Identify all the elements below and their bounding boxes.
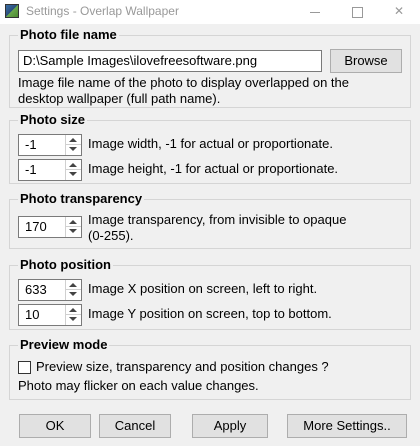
x-spin-arrows[interactable] xyxy=(65,280,81,300)
photo-position-group: Photo position 633 Image X position on s… xyxy=(9,257,411,330)
spin-up-icon[interactable] xyxy=(69,138,77,142)
x-position-stepper[interactable]: 633 xyxy=(18,279,82,301)
transparency-value: 170 xyxy=(25,219,47,234)
preview-mode-group: Preview mode Preview size, transparency … xyxy=(9,337,411,400)
spin-up-icon[interactable] xyxy=(69,308,77,312)
title-bar: Settings - Overlap Wallpaper ✕ xyxy=(0,0,420,24)
preview-note: Photo may flicker on each value changes. xyxy=(18,378,259,393)
photo-size-legend: Photo size xyxy=(18,112,88,127)
close-button[interactable]: ✕ xyxy=(380,0,418,24)
photo-file-group: Photo file name D:\Sample Images\ilovefr… xyxy=(9,27,411,108)
preview-checkbox[interactable] xyxy=(18,361,31,374)
transparency-desc-line2: (0-255). xyxy=(88,228,134,243)
apply-button[interactable]: Apply xyxy=(192,414,268,438)
maximize-button[interactable] xyxy=(338,0,376,24)
preview-checkbox-label[interactable]: Preview size, transparency and position … xyxy=(36,359,329,374)
transparency-stepper[interactable]: 170 xyxy=(18,216,82,238)
minimize-button[interactable] xyxy=(296,0,334,24)
height-spin-arrows[interactable] xyxy=(65,160,81,180)
spin-down-icon[interactable] xyxy=(69,172,77,176)
y-position-stepper[interactable]: 10 xyxy=(18,304,82,326)
browse-button[interactable]: Browse xyxy=(330,49,402,73)
transparency-desc-line1: Image transparency, from invisible to op… xyxy=(88,212,347,227)
photo-transparency-group: Photo transparency 170 Image transparenc… xyxy=(9,191,411,249)
spin-up-icon[interactable] xyxy=(69,220,77,224)
photo-file-desc-line2: desktop wallpaper (full path name). xyxy=(18,91,221,106)
spin-down-icon[interactable] xyxy=(69,229,77,233)
width-stepper[interactable]: -1 xyxy=(18,134,82,156)
window-title: Settings - Overlap Wallpaper xyxy=(26,4,179,18)
photo-size-group: Photo size -1 Image width, -1 for actual… xyxy=(9,112,411,184)
wallpaper-app-icon xyxy=(5,4,19,18)
spin-down-icon[interactable] xyxy=(69,292,77,296)
spin-up-icon[interactable] xyxy=(69,163,77,167)
y-spin-arrows[interactable] xyxy=(65,305,81,325)
spin-up-icon[interactable] xyxy=(69,283,77,287)
photo-position-legend: Photo position xyxy=(18,257,113,272)
transparency-spin-arrows[interactable] xyxy=(65,217,81,237)
photo-file-desc-line1: Image file name of the photo to display … xyxy=(18,75,349,90)
width-desc: Image width, -1 for actual or proportion… xyxy=(88,136,333,151)
width-spin-arrows[interactable] xyxy=(65,135,81,155)
photo-path-input[interactable]: D:\Sample Images\ilovefreesoftware.png xyxy=(18,50,322,72)
height-value: -1 xyxy=(25,162,37,177)
cancel-button[interactable]: Cancel xyxy=(99,414,171,438)
x-position-value: 633 xyxy=(25,282,47,297)
height-stepper[interactable]: -1 xyxy=(18,159,82,181)
width-value: -1 xyxy=(25,137,37,152)
x-position-desc: Image X position on screen, left to righ… xyxy=(88,281,318,296)
height-desc: Image height, -1 for actual or proportio… xyxy=(88,161,339,176)
spin-down-icon[interactable] xyxy=(69,317,77,321)
ok-button[interactable]: OK xyxy=(19,414,91,438)
photo-transparency-legend: Photo transparency xyxy=(18,191,145,206)
preview-mode-legend: Preview mode xyxy=(18,337,110,352)
more-settings-button[interactable]: More Settings.. xyxy=(287,414,407,438)
spin-down-icon[interactable] xyxy=(69,147,77,151)
y-position-value: 10 xyxy=(25,307,40,322)
photo-file-legend: Photo file name xyxy=(18,27,119,42)
y-position-desc: Image Y position on screen, top to botto… xyxy=(88,306,332,321)
